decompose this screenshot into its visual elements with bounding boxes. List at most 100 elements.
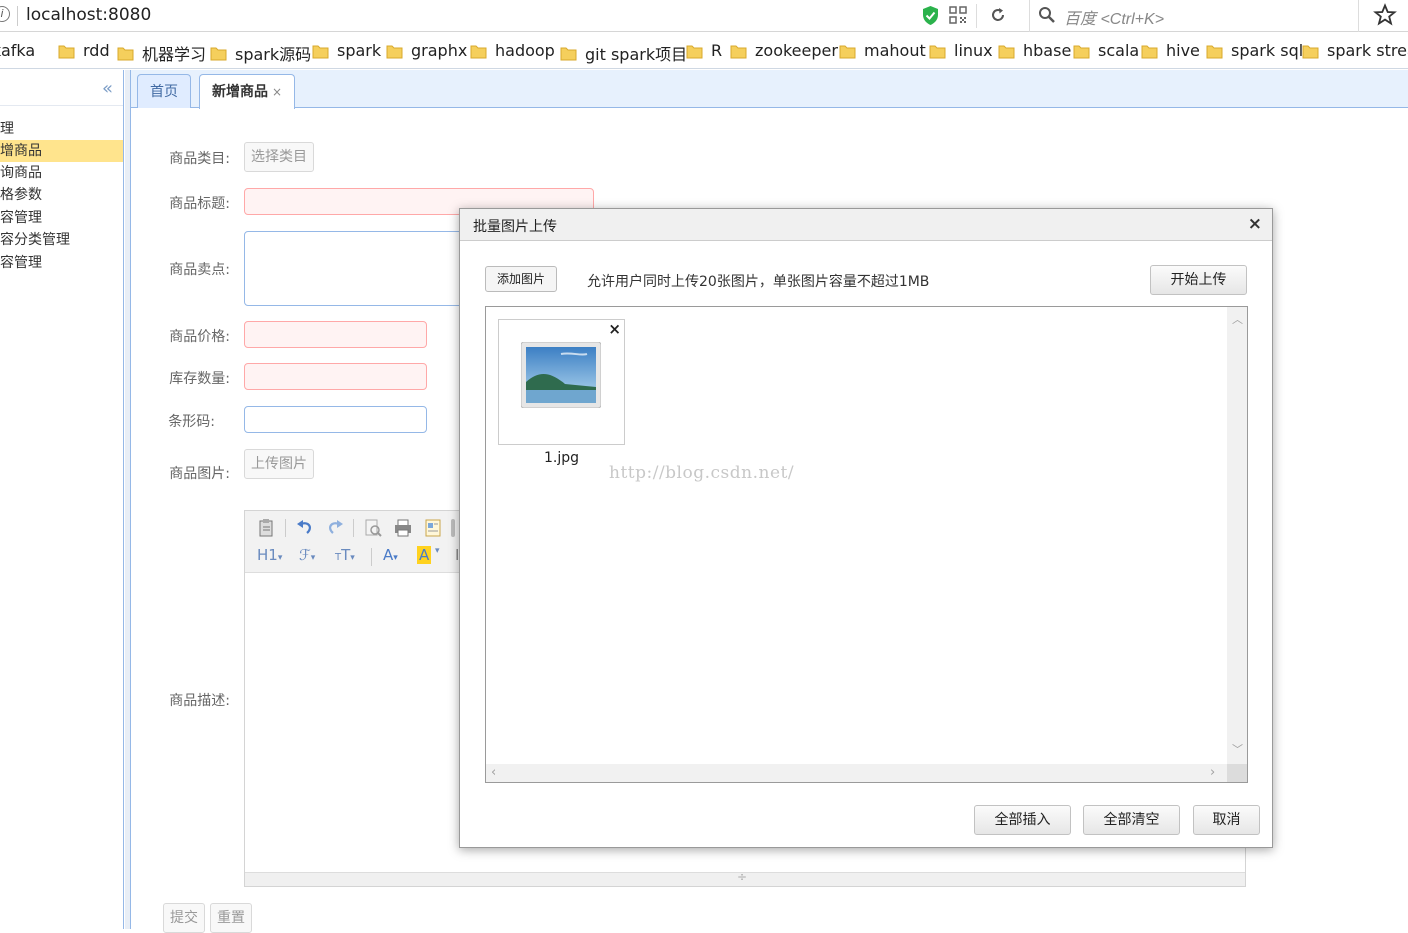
close-icon[interactable]: × bbox=[1248, 214, 1262, 234]
folder-icon bbox=[1141, 43, 1158, 59]
bookmark-item[interactable]: git spark项目 bbox=[560, 41, 687, 65]
stock-input[interactable] bbox=[244, 363, 427, 390]
stock-label: 库存数量: bbox=[169, 371, 230, 387]
scrollbar-corner bbox=[1227, 764, 1247, 782]
bookmark-item[interactable]: linux bbox=[929, 41, 993, 60]
bookmark-label: spark bbox=[337, 41, 382, 60]
barcode-input[interactable] bbox=[244, 406, 427, 433]
bookmark-item[interactable]: spark sql bbox=[1206, 41, 1303, 60]
bookmark-label: hive bbox=[1166, 41, 1200, 60]
bookmark-label: mahout bbox=[864, 41, 926, 60]
tab-home[interactable]: 首页 bbox=[137, 74, 191, 108]
bookmark-item[interactable]: 机器学习 bbox=[117, 41, 206, 65]
dialog-title: 批量图片上传 bbox=[473, 219, 557, 235]
add-image-button[interactable]: 添加图片 bbox=[485, 266, 557, 292]
tab-label: 新增商品 bbox=[212, 84, 268, 100]
bookmark-label: rdd bbox=[83, 41, 110, 60]
scroll-left-icon[interactable]: ‹ bbox=[491, 765, 496, 780]
bookmark-label: graphx bbox=[411, 41, 468, 60]
sidebar-item[interactable]: 容管理 bbox=[0, 252, 123, 274]
font-family-icon[interactable]: ℱ▾ bbox=[299, 546, 315, 564]
sidebar-item[interactable]: 理 bbox=[0, 118, 123, 140]
bookmark-item[interactable]: hbase bbox=[998, 41, 1071, 60]
toolbar-divider bbox=[285, 519, 286, 537]
folder-icon bbox=[1302, 43, 1319, 59]
bookmark-item[interactable]: scala bbox=[1073, 41, 1139, 60]
delete-image-icon[interactable]: × bbox=[608, 320, 621, 338]
scroll-up-icon[interactable]: ︿ bbox=[1232, 311, 1243, 327]
folder-icon bbox=[730, 43, 747, 59]
collapse-icon[interactable]: « bbox=[102, 78, 113, 99]
folder-icon bbox=[386, 43, 403, 59]
start-upload-button[interactable]: 开始上传 bbox=[1150, 265, 1247, 295]
font-size-icon[interactable]: TT▾ bbox=[335, 546, 355, 564]
qr-code-icon[interactable] bbox=[949, 6, 967, 24]
description-label: 商品描述: bbox=[169, 693, 230, 709]
horizontal-scrollbar[interactable]: ‹ › bbox=[486, 764, 1227, 782]
sidebar-item[interactable]: 格参数 bbox=[0, 184, 123, 206]
tab-label: 首页 bbox=[150, 84, 178, 100]
cancel-button[interactable]: 取消 bbox=[1193, 805, 1260, 835]
tab-close-icon[interactable]: × bbox=[272, 85, 282, 99]
bookmark-label: 机器学习 bbox=[142, 45, 207, 64]
preview-icon[interactable] bbox=[363, 518, 383, 538]
bookmark-star-icon[interactable] bbox=[1373, 3, 1397, 27]
price-input[interactable] bbox=[244, 321, 427, 348]
editor-resize-bar[interactable]: ÷ bbox=[245, 870, 1245, 886]
chevron-down-icon[interactable]: ▾ bbox=[435, 546, 440, 556]
bookmark-item[interactable]: spark strea bbox=[1302, 41, 1408, 60]
bookmark-label: linux bbox=[954, 41, 993, 60]
sidebar-item-active[interactable]: 增商品 bbox=[0, 140, 123, 162]
select-category-button[interactable]: 选择类目 bbox=[244, 142, 314, 172]
bookmark-item[interactable]: kafka bbox=[0, 41, 35, 60]
toolbar-divider bbox=[353, 519, 354, 537]
image-list-area: × 1.jpg ︿ ﹀ ‹ › bbox=[485, 306, 1248, 783]
heading-icon[interactable]: H1▾ bbox=[257, 546, 282, 564]
bookmark-item[interactable]: R bbox=[686, 41, 722, 60]
browser-search-box[interactable]: 百度 <Ctrl+K> bbox=[1029, 0, 1359, 32]
folder-icon bbox=[1073, 43, 1090, 59]
redo-icon[interactable] bbox=[325, 518, 345, 538]
browser-address-bar: i localhost:8080 百度 <Ctrl+K> bbox=[0, 0, 1408, 32]
font-color-icon[interactable]: A▾ bbox=[383, 546, 398, 564]
highlight-color-icon[interactable]: A bbox=[417, 546, 432, 564]
folder-icon bbox=[210, 45, 227, 61]
sell-point-textarea[interactable] bbox=[244, 231, 474, 306]
search-icon bbox=[1039, 7, 1055, 23]
template-icon[interactable] bbox=[423, 518, 443, 538]
shield-icon[interactable] bbox=[921, 5, 940, 26]
bookmark-item[interactable]: graphx bbox=[386, 41, 467, 60]
print-icon[interactable] bbox=[393, 518, 413, 538]
folder-icon bbox=[1206, 43, 1223, 59]
bookmark-item[interactable]: hive bbox=[1141, 41, 1200, 60]
bookmark-item[interactable]: spark源码 bbox=[210, 41, 311, 65]
bookmark-item[interactable]: rdd bbox=[58, 41, 110, 60]
bookmark-item[interactable]: zookeeper bbox=[730, 41, 838, 60]
sidebar-item[interactable]: 容管理 bbox=[0, 207, 123, 229]
sell-point-label: 商品卖点: bbox=[169, 262, 230, 278]
scroll-down-icon[interactable]: ﹀ bbox=[1232, 741, 1243, 757]
image-thumbnail[interactable]: × bbox=[498, 319, 625, 445]
bookmark-item[interactable]: spark bbox=[312, 41, 381, 60]
bookmark-item[interactable]: mahout bbox=[839, 41, 926, 60]
paste-icon[interactable] bbox=[257, 518, 277, 538]
site-info-icon[interactable]: i bbox=[0, 6, 10, 22]
scroll-right-icon[interactable]: › bbox=[1210, 765, 1215, 780]
sidebar-item[interactable]: 容分类管理 bbox=[0, 229, 123, 251]
divider bbox=[17, 6, 18, 26]
price-label: 商品价格: bbox=[169, 329, 230, 345]
resize-handle-icon[interactable]: ÷ bbox=[737, 870, 747, 884]
clear-all-button[interactable]: 全部清空 bbox=[1083, 805, 1180, 835]
reload-icon[interactable] bbox=[989, 6, 1007, 24]
upload-image-button[interactable]: 上传图片 bbox=[244, 449, 314, 479]
vertical-scrollbar[interactable]: ︿ ﹀ bbox=[1227, 307, 1247, 765]
sidebar-item[interactable]: 询商品 bbox=[0, 162, 123, 184]
bookmark-label: spark sql bbox=[1231, 41, 1304, 60]
insert-all-button[interactable]: 全部插入 bbox=[974, 805, 1071, 835]
tab-add-product[interactable]: 新增商品 × bbox=[199, 74, 296, 109]
undo-icon[interactable] bbox=[295, 518, 315, 538]
url-text[interactable]: localhost:8080 bbox=[26, 5, 151, 25]
barcode-label: 条形码: bbox=[168, 414, 215, 430]
bookmark-item[interactable]: hadoop bbox=[470, 41, 555, 60]
folder-icon bbox=[117, 45, 134, 61]
